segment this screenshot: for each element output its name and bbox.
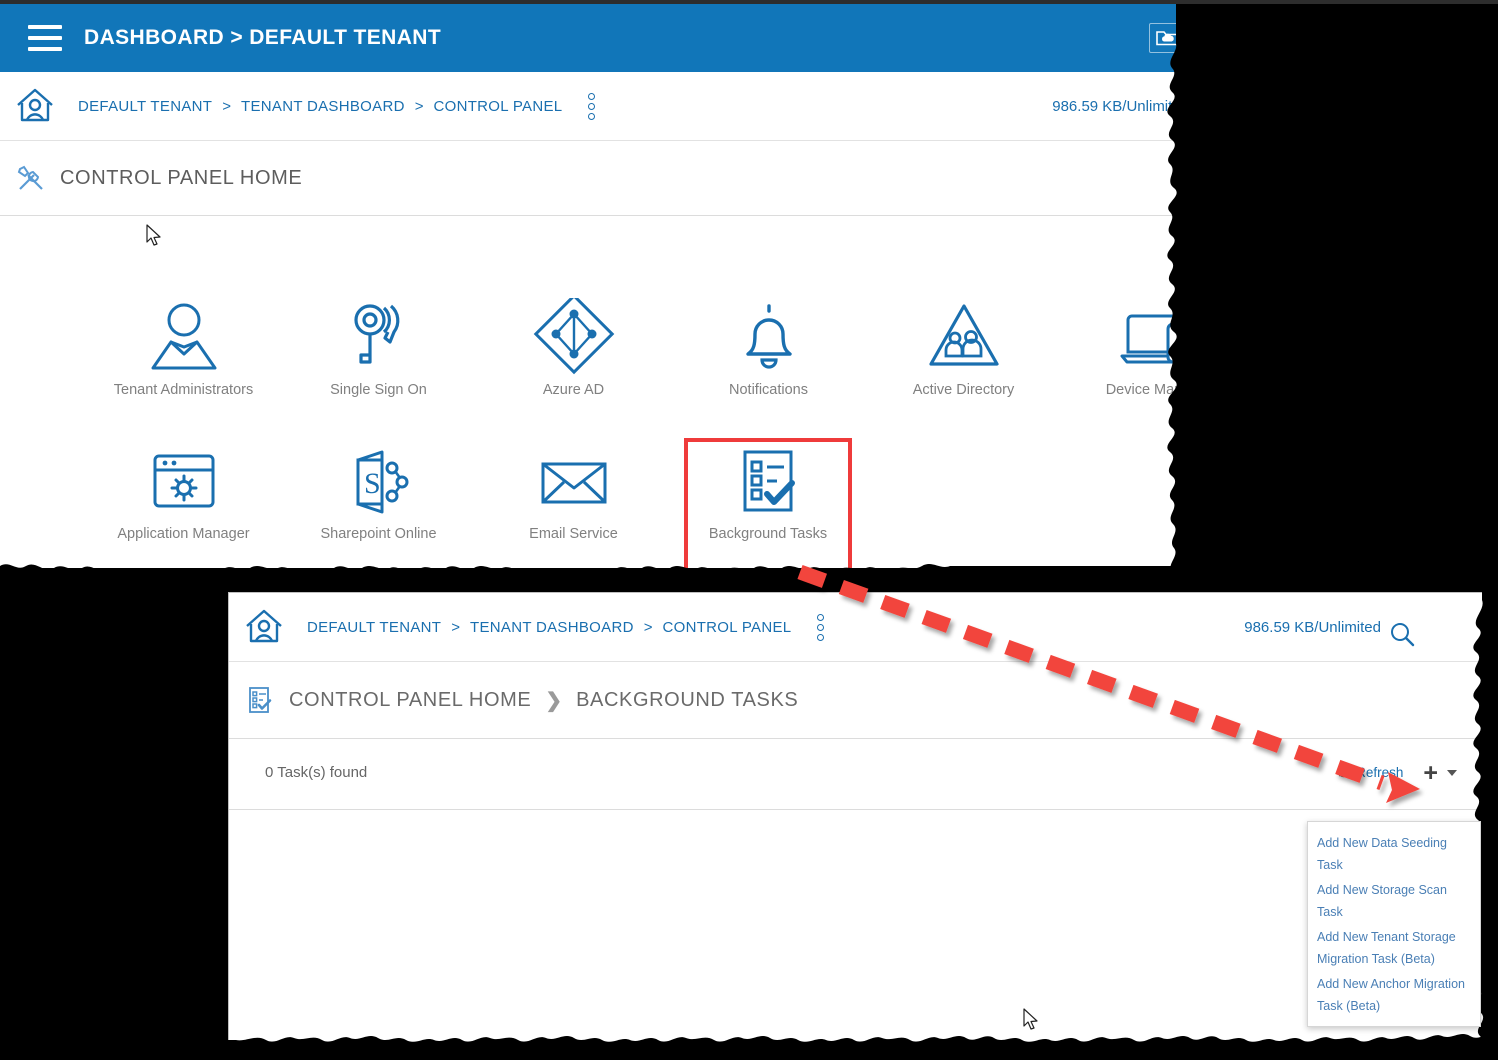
svg-text:S: S xyxy=(364,467,381,500)
upper-window: DASHBOARD > DEFAULT TENANT DEFAULT TENAN… xyxy=(0,0,1197,568)
menu-item-data-seeding-task[interactable]: Add New Data Seeding Task xyxy=(1308,830,1480,877)
lower-page-title-bar: CONTROL PANEL HOME ❯ BACKGROUND TASKS xyxy=(229,662,1497,739)
envelope-icon xyxy=(531,442,617,522)
checklist-icon xyxy=(245,685,275,715)
tile-email-service[interactable]: Email Service xyxy=(476,442,671,562)
refresh-button[interactable]: Refresh xyxy=(1337,764,1403,781)
tile-azure-ad[interactable]: Azure AD xyxy=(476,298,671,418)
lower-page-title-current: BACKGROUND TASKS xyxy=(576,688,799,711)
tile-label: Sharepoint Online xyxy=(320,526,437,542)
breadcrumb-separator: > xyxy=(222,97,231,115)
add-task-button[interactable]: + xyxy=(1423,760,1457,785)
lower-window: DEFAULT TENANT > TENANT DASHBOARD > CONT… xyxy=(228,592,1498,1042)
refresh-icon xyxy=(1337,764,1351,781)
lower-breadcrumb-item-tenant-dashboard[interactable]: TENANT DASHBOARD xyxy=(470,619,634,636)
screenshot-stage: DASHBOARD > DEFAULT TENANT DEFAULT TENAN… xyxy=(0,0,1498,1060)
hamburger-icon[interactable] xyxy=(28,25,62,51)
search-icon[interactable] xyxy=(1389,621,1415,652)
lower-breadcrumb-separator-2: > xyxy=(643,618,653,636)
tile-single-sign-on[interactable]: Single Sign On xyxy=(281,298,476,418)
refresh-label: Refresh xyxy=(1356,765,1404,780)
checklist-icon xyxy=(725,442,811,522)
triangle-people-icon xyxy=(921,298,1007,378)
page-title: CONTROL PANEL HOME xyxy=(60,166,303,189)
tile-label: Notifications xyxy=(729,382,808,398)
bell-icon xyxy=(726,298,812,378)
tools-icon xyxy=(16,163,46,193)
breadcrumb-item-tenant[interactable]: DEFAULT TENANT xyxy=(78,98,212,115)
chevron-down-icon[interactable] xyxy=(1447,769,1457,776)
lower-breadcrumb-bar: DEFAULT TENANT > TENANT DASHBOARD > CONT… xyxy=(229,593,1497,662)
tile-row-2: Application Manager S Sharepoint Online … xyxy=(86,438,852,568)
vertical-dots-icon[interactable] xyxy=(817,613,825,641)
tile-background-tasks[interactable]: Background Tasks xyxy=(684,438,852,568)
task-count-label: 0 Task(s) found xyxy=(265,764,368,781)
menu-item-storage-scan-task[interactable]: Add New Storage Scan Task xyxy=(1308,877,1480,924)
menu-item-anchor-migration-task[interactable]: Add New Anchor Migration Task (Beta) xyxy=(1308,971,1480,1018)
lower-storage-usage-label: 986.59 KB/Unlimited xyxy=(1244,619,1381,636)
tile-label: Email Service xyxy=(529,526,618,542)
breadcrumb-separator-2: > xyxy=(414,97,424,115)
tile-sharepoint-online[interactable]: S Sharepoint Online xyxy=(281,442,476,562)
plus-icon[interactable]: + xyxy=(1423,760,1438,785)
window-gear-icon xyxy=(141,442,227,522)
breadcrumb-bar: DEFAULT TENANT > TENANT DASHBOARD > CONT… xyxy=(0,72,1197,141)
tile-application-manager[interactable]: Application Manager xyxy=(86,442,281,562)
home-user-icon[interactable] xyxy=(241,604,287,650)
sharepoint-icon: S xyxy=(336,442,422,522)
lower-page-title-parent[interactable]: CONTROL PANEL HOME xyxy=(289,689,531,712)
keys-icon xyxy=(336,298,422,378)
tile-device-manager[interactable]: Device Manager xyxy=(1061,298,1197,418)
chevron-right-icon: ❯ xyxy=(545,689,563,712)
tasks-toolbar: 0 Task(s) found Refresh + xyxy=(229,739,1497,810)
breadcrumb-item-tenant-dashboard[interactable]: TENANT DASHBOARD xyxy=(241,98,405,115)
page-title-bar: CONTROL PANEL HOME xyxy=(0,141,1197,216)
tile-label: Background Tasks xyxy=(708,526,828,542)
lower-breadcrumb: DEFAULT TENANT > TENANT DASHBOARD > CONT… xyxy=(307,613,825,641)
storage-usage-label: 986.59 KB/Unlimited xyxy=(1052,98,1189,115)
tile-tenant-administrators[interactable]: Tenant Administrators xyxy=(86,298,281,418)
tile-notifications[interactable]: Notifications xyxy=(671,298,866,418)
tile-label: Single Sign On xyxy=(330,382,427,398)
tile-label: Application Manager xyxy=(117,526,250,542)
vertical-dots-icon[interactable] xyxy=(588,92,596,120)
tile-label: Active Directory xyxy=(912,382,1015,398)
home-user-icon[interactable] xyxy=(12,83,58,129)
breadcrumb-item-control-panel[interactable]: CONTROL PANEL xyxy=(433,98,562,115)
add-task-dropdown-menu[interactable]: Add New Data Seeding Task Add New Storag… xyxy=(1307,821,1481,1027)
user-admin-icon xyxy=(141,298,227,378)
tile-grid: Tenant Administrators Single Sign On Azu… xyxy=(0,216,1197,568)
azure-ad-diamond-icon xyxy=(531,298,617,378)
tile-label: Azure AD xyxy=(542,382,605,398)
app-bar-right xyxy=(1149,4,1187,72)
app-bar: DASHBOARD > DEFAULT TENANT xyxy=(0,4,1197,72)
laptop-phone-icon xyxy=(1116,298,1198,378)
app-title: DASHBOARD > DEFAULT TENANT xyxy=(84,26,442,49)
tile-label: Device Manager xyxy=(1105,382,1197,398)
lower-breadcrumb-item-tenant[interactable]: DEFAULT TENANT xyxy=(307,619,441,636)
lower-breadcrumb-item-control-panel[interactable]: CONTROL PANEL xyxy=(662,619,791,636)
lower-breadcrumb-separator: > xyxy=(451,618,460,636)
toolbar-actions: Refresh + xyxy=(1337,760,1457,785)
cloud-folder-icon[interactable] xyxy=(1149,23,1187,53)
tile-label: Tenant Administrators xyxy=(113,382,254,398)
tile-active-directory[interactable]: Active Directory xyxy=(866,298,1061,418)
breadcrumb: DEFAULT TENANT > TENANT DASHBOARD > CONT… xyxy=(78,92,596,120)
menu-item-tenant-storage-migration-task[interactable]: Add New Tenant Storage Migration Task (B… xyxy=(1308,924,1480,971)
tile-row-1: Tenant Administrators Single Sign On Azu… xyxy=(86,298,1197,418)
